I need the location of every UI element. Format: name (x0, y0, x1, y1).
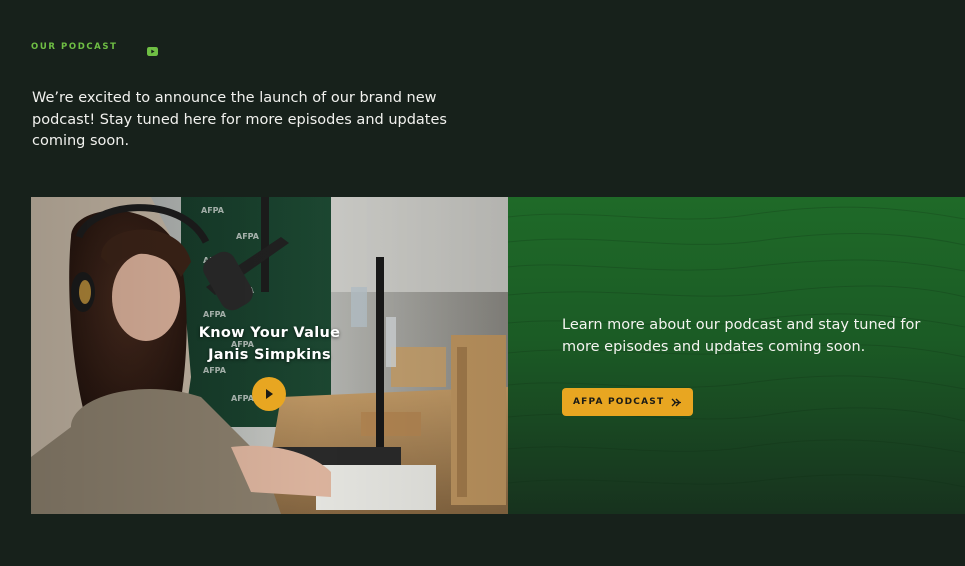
youtube-icon[interactable] (147, 43, 159, 56)
episode-thumbnail[interactable]: AFPA AFPA AFPA AFPA AFPA AFPA AFPA AFPA (31, 197, 508, 514)
podcast-feature: AFPA AFPA AFPA AFPA AFPA AFPA AFPA AFPA (31, 197, 965, 514)
podcast-section: OUR PODCAST We’re excited to announce th… (0, 0, 965, 566)
episode-guest: Janis Simpkins (208, 346, 331, 363)
episode-caption: Know Your Value Janis Simpkins (31, 323, 508, 366)
afpa-podcast-button[interactable]: AFPA PODCAST (562, 388, 694, 416)
play-icon (266, 389, 273, 399)
episode-title: Know Your Value (198, 325, 341, 341)
eyebrow-label: OUR PODCAST (31, 42, 118, 52)
afpa-podcast-button-label: AFPA PODCAST (573, 397, 665, 407)
podcast-promo-panel: Learn more about our podcast and stay tu… (508, 197, 965, 514)
section-eyebrow: OUR PODCAST (31, 42, 159, 56)
intro-text: We’re excited to announce the launch of … (32, 90, 447, 149)
double-chevron-right-icon (671, 398, 682, 406)
play-button[interactable] (252, 377, 286, 411)
promo-text: Learn more about our podcast and stay tu… (562, 317, 921, 355)
